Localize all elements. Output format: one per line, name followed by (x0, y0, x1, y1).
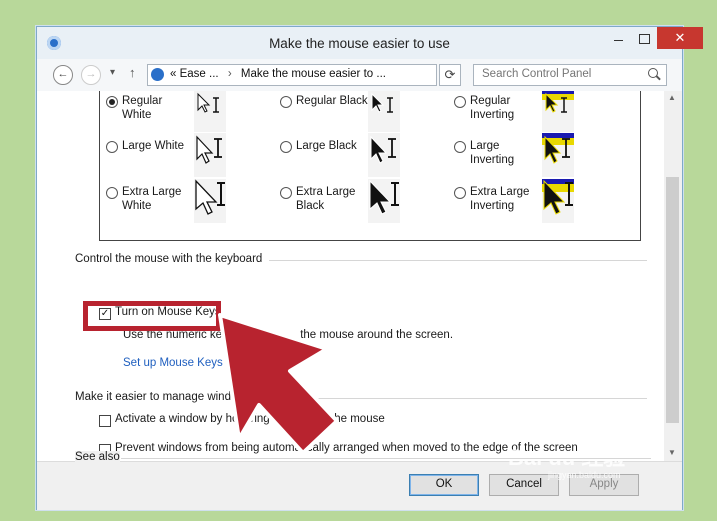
navigation-bar: ← → ▾ ↑ « Ease ... › Make the mouse easi… (37, 59, 682, 91)
control-panel-icon (151, 68, 164, 81)
close-button[interactable]: ✕ (657, 27, 703, 49)
maximize-icon (638, 33, 650, 44)
dialog-window: Make the mouse easier to use ✕ ← → ▾ ↑ «… (36, 26, 703, 510)
annotation-arrow-icon (218, 313, 339, 455)
scroll-down-arrow-icon[interactable]: ▼ (668, 448, 676, 457)
window-title: Make the mouse easier to use (269, 36, 450, 51)
ok-button[interactable]: OK (409, 474, 479, 496)
breadcrumb-separator[interactable]: › (228, 68, 232, 80)
watermark-url: jingyan.baidu.com (548, 470, 621, 480)
baidu-watermark: Bai du 经验 jingyan.baidu.com (508, 440, 625, 480)
breadcrumb-current[interactable]: Make the mouse easier to ... (241, 68, 386, 80)
scrollbar-thumb[interactable] (666, 177, 679, 423)
minimize-icon (613, 40, 623, 42)
title-bar: Make the mouse easier to use ✕ (37, 27, 703, 59)
breadcrumb-ease-of-access[interactable]: Ease ... (180, 68, 219, 80)
forward-button[interactable]: → (81, 65, 101, 85)
up-button[interactable]: ↑ (129, 65, 136, 80)
search-input[interactable] (474, 65, 642, 83)
breadcrumb-overflow[interactable]: « (170, 68, 176, 80)
see-also-heading: See also (75, 451, 120, 463)
minimize-button[interactable] (605, 27, 631, 49)
scroll-up-arrow-icon[interactable]: ▲ (668, 93, 676, 102)
refresh-button[interactable]: ⟳ (439, 64, 461, 86)
address-bar[interactable]: « Ease ... › Make the mouse easier to ..… (147, 64, 521, 86)
back-button[interactable]: ← (53, 65, 73, 85)
content-pane: Regular White Regular Black Regular Invert… (37, 91, 664, 461)
search-box[interactable] (473, 64, 667, 86)
breadcrumb: « Ease ... › Make the mouse easier to ..… (170, 68, 386, 80)
section-divider (121, 458, 651, 459)
recent-locations-dropdown[interactable]: ▾ (110, 67, 115, 78)
vertical-scrollbar[interactable]: ▲ ▼ (664, 91, 682, 461)
maximize-button[interactable] (631, 27, 657, 49)
search-icon[interactable] (648, 68, 658, 78)
